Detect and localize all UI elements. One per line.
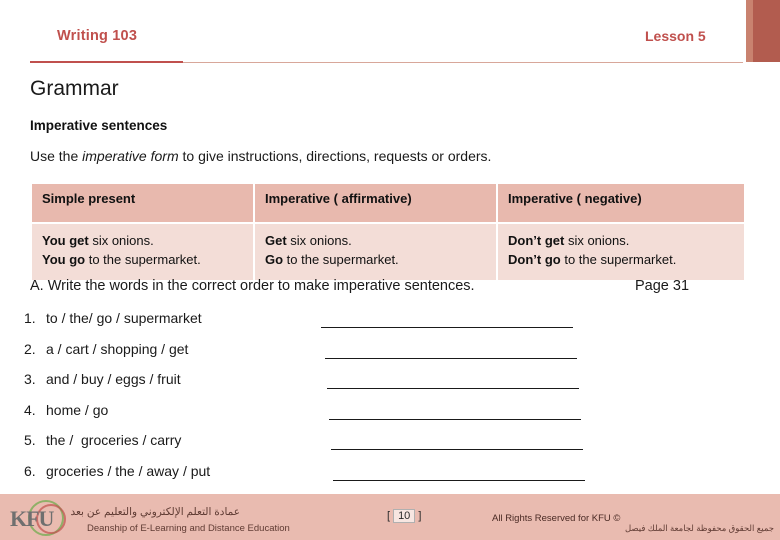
- footer-rights: All Rights Reserved for KFU ©: [492, 513, 621, 524]
- item-number: 6.: [24, 462, 36, 479]
- item-number: 3.: [24, 371, 36, 387]
- answer-blank[interactable]: [331, 449, 583, 450]
- table-cell-imperative-negative: Don’t get six onions. Don’t go to the su…: [496, 224, 744, 280]
- footer-english-title: Deanship of E-Learning and Distance Educ…: [87, 523, 290, 534]
- cell-text: to the supermarket.: [283, 251, 399, 267]
- table-header-cell: Simple present: [32, 184, 254, 222]
- lead-emphasis: imperative form: [82, 148, 179, 164]
- table-header-cell: Imperative ( negative): [496, 184, 744, 222]
- header-rule-long: [183, 62, 743, 63]
- cell-text: to the supermarket.: [85, 251, 201, 267]
- cell-bold-text: Don’t get: [508, 233, 565, 248]
- header-rule: [30, 61, 183, 63]
- bracket-left: [: [387, 510, 391, 522]
- cell-bold-text: You get: [42, 233, 89, 248]
- item-text: to / the/ go / supermarket: [46, 310, 202, 326]
- section-subtitle: Imperative sentences: [30, 118, 168, 133]
- table-cell-imperative-affirmative: Get six onions. Go to the supermarket.: [253, 224, 497, 280]
- exercise-list: 1. to / the/ go / supermarket 2. a / car…: [24, 310, 624, 493]
- kfu-logo: KFU: [6, 498, 84, 538]
- exercise-instruction: A. Write the words in the correct order …: [30, 278, 475, 294]
- answer-blank[interactable]: [325, 357, 577, 359]
- cell-text: six onions.: [88, 233, 154, 248]
- header-accent-block: [753, 0, 780, 62]
- lesson-title: Lesson 5: [645, 28, 706, 44]
- item-number: 4.: [24, 401, 36, 418]
- list-item: 4. home / go: [24, 402, 624, 433]
- cell-bold-text: You go: [42, 251, 86, 267]
- footer-arabic-rights: جميع الحقوق محفوظة لجامعة الملك فيصل: [625, 523, 774, 533]
- item-text: a / cart / shopping / get: [46, 340, 189, 357]
- cell-bold-text: Get: [265, 233, 287, 248]
- table-cell-simple-present: You get six onions. You go to the superm…: [32, 224, 254, 280]
- table-header-row: Simple present Imperative ( affirmative)…: [32, 184, 744, 222]
- cell-bold-text: Don’t go: [508, 251, 561, 267]
- answer-blank[interactable]: [321, 327, 573, 328]
- lead-suffix: to give instructions, directions, reques…: [178, 148, 492, 164]
- course-title: Writing 103: [57, 28, 138, 44]
- answer-blank[interactable]: [329, 418, 581, 420]
- page-title: Grammar: [30, 77, 119, 100]
- header-band: Writing 103 Lesson 5: [0, 0, 780, 63]
- page-number: 10: [393, 509, 416, 523]
- item-number: 5.: [24, 432, 36, 448]
- list-item: 1. to / the/ go / supermarket: [24, 310, 624, 341]
- slide: Writing 103 Lesson 5 Grammar Imperative …: [0, 0, 780, 540]
- header-accent-block-secondary: [746, 0, 753, 62]
- table-header-cell: Imperative ( affirmative): [253, 184, 497, 222]
- lead-paragraph: Use the imperative form to give instruct…: [30, 148, 491, 164]
- footer-arabic-title: عمادة التعلم الإلكتروني والتعليم عن بعد: [70, 506, 240, 518]
- page-reference: Page 31: [635, 278, 690, 294]
- item-number: 2.: [24, 340, 36, 357]
- list-item: 3. and / buy / eggs / fruit: [24, 371, 624, 402]
- cell-text: six onions.: [286, 233, 352, 248]
- cell-text: six onions.: [564, 233, 630, 248]
- lead-prefix: Use the: [30, 148, 83, 164]
- table-row: You get six onions. You go to the superm…: [32, 224, 744, 280]
- cell-text: to the supermarket.: [560, 251, 677, 267]
- imperative-table: Simple present Imperative ( affirmative)…: [32, 184, 744, 280]
- item-text: and / buy / eggs / fruit: [46, 371, 181, 387]
- answer-blank[interactable]: [333, 479, 585, 481]
- list-item: 6. groceries / the / away / put: [24, 463, 624, 494]
- item-text: home / go: [46, 401, 109, 418]
- answer-blank[interactable]: [327, 388, 579, 389]
- item-text: groceries / the / away / put: [46, 462, 211, 479]
- logo-text: KFU: [10, 506, 54, 531]
- list-item: 5. the / groceries / carry: [24, 432, 624, 463]
- bracket-right: ]: [418, 510, 422, 522]
- item-text: the / groceries / carry: [46, 432, 182, 448]
- cell-bold-text: Go: [265, 251, 284, 267]
- page-number-indicator: [10]: [387, 509, 421, 523]
- item-number: 1.: [24, 310, 36, 326]
- list-item: 2. a / cart / shopping / get: [24, 341, 624, 372]
